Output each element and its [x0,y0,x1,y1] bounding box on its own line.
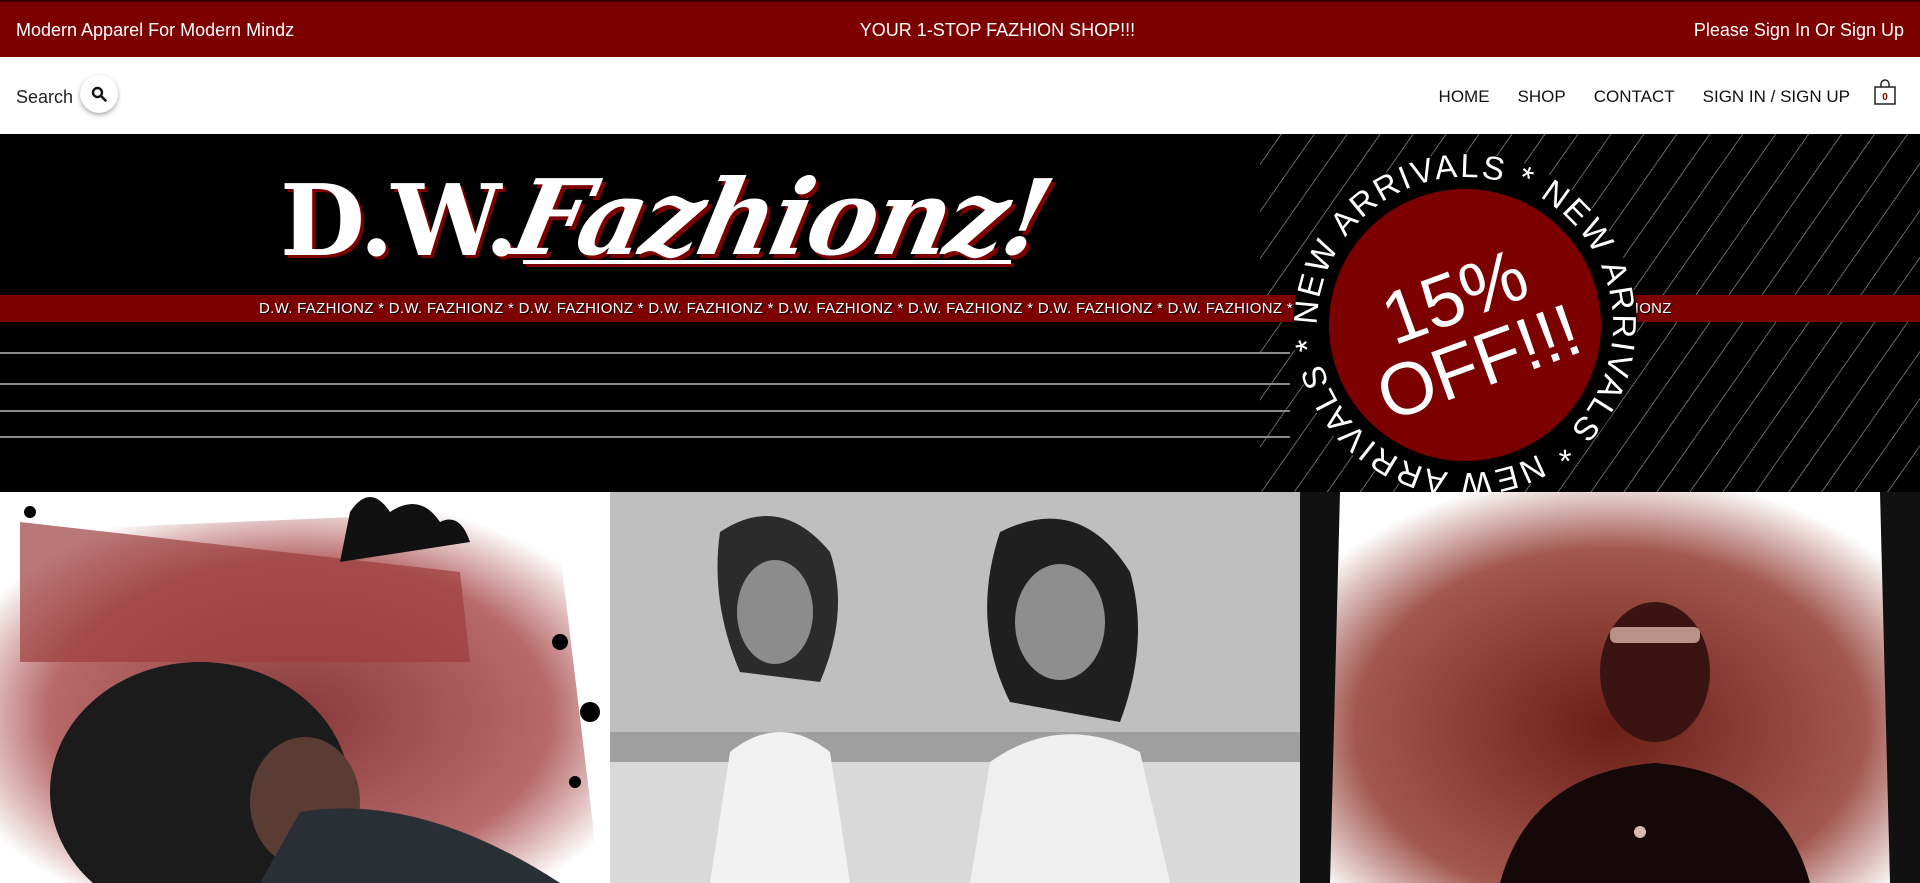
logo-underline [523,260,1011,264]
new-arrivals-discount-badge[interactable]: NEW ARRIVALS * NEW ARRIVALS * NEW ARRIVA… [1290,150,1640,500]
photo-model-red-tint-image [1300,492,1920,883]
search-icon [91,86,107,102]
search-label[interactable]: Search [16,87,73,108]
search-button[interactable] [80,75,118,113]
photo-model-graffiti-image [0,492,610,883]
nav-contact-link[interactable]: CONTACT [1594,87,1675,107]
nav-shop-link[interactable]: SHOP [1518,87,1566,107]
photo-model-red-tint[interactable] [1300,492,1920,883]
hero-divider-line [0,410,1290,412]
nav-sign-in-link[interactable]: SIGN IN / SIGN UP [1703,87,1850,107]
promo-text: YOUR 1-STOP FAZHION SHOP!!! [859,20,1136,40]
hero-divider-line [0,383,1290,385]
hero-divider-line [0,436,1290,438]
nav-home-link[interactable]: HOME [1439,87,1490,107]
photo-gallery [0,492,1920,883]
logo-prefix: D.W. [280,164,519,279]
cart-button[interactable]: 0 [1874,79,1896,107]
top-announcement-bar: Modern Apparel For Modern Mindz YOUR 1-S… [0,0,1920,57]
photo-two-models-beach[interactable] [610,492,1300,883]
photo-model-graffiti[interactable] [0,492,610,883]
cart-count-badge: 0 [1882,92,1888,103]
sign-in-prompt-link[interactable]: Please Sign In Or Sign Up [1694,20,1904,41]
nav-links: HOME SHOP CONTACT SIGN IN / SIGN UP [1411,87,1850,107]
hero-divider-line [0,352,1290,354]
main-navbar: Search HOME SHOP CONTACT SIGN IN / SIGN … [0,57,1920,135]
photo-two-models-beach-image [610,492,1300,883]
